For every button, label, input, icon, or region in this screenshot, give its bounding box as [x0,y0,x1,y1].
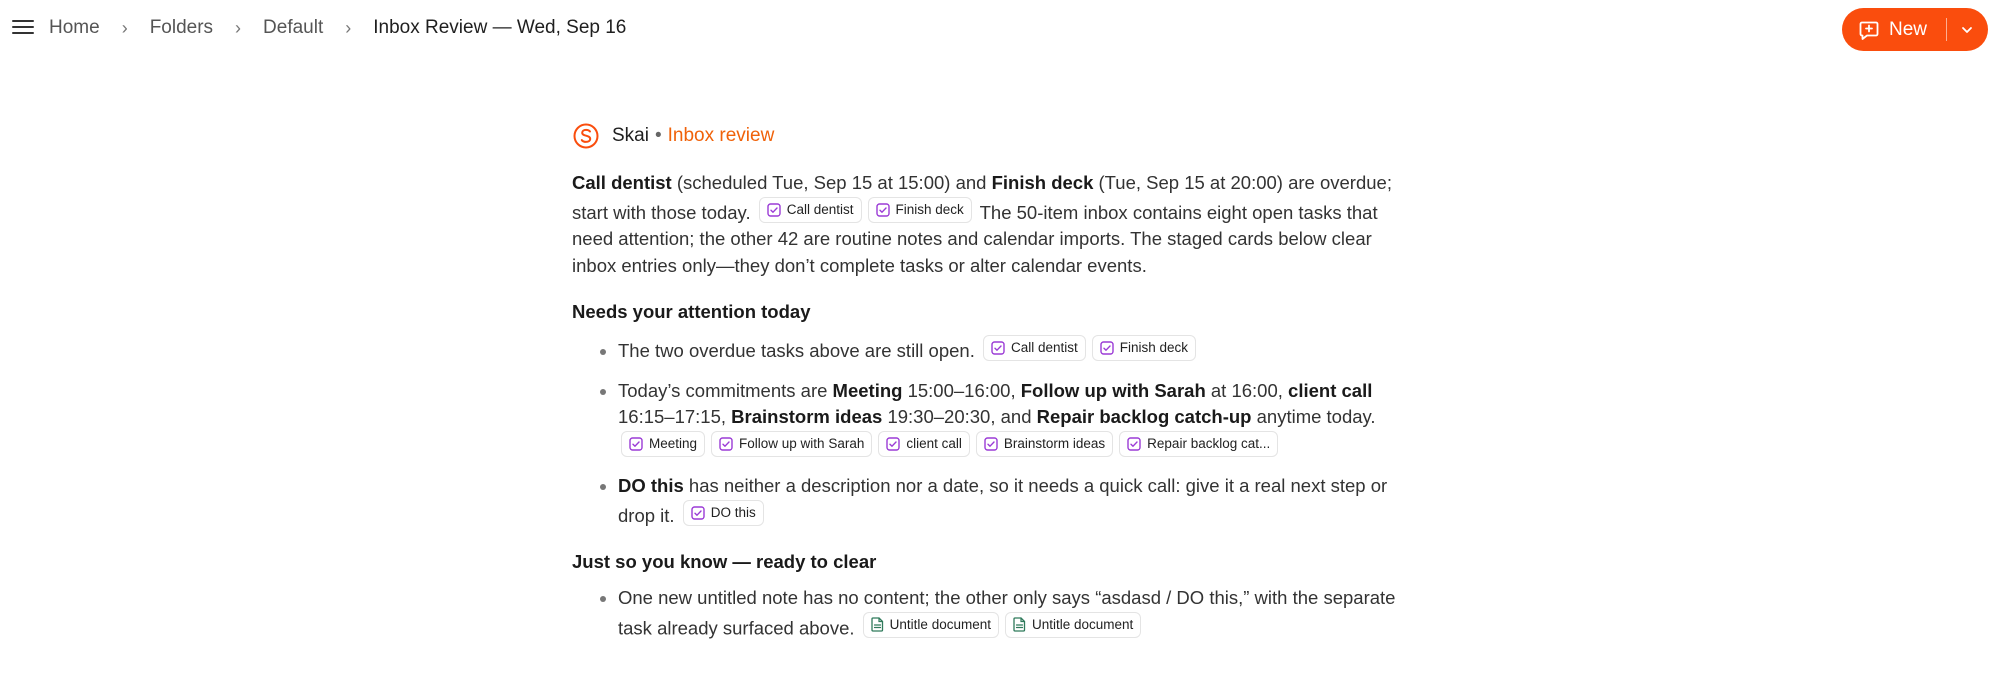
text: at 16:00, [1205,379,1289,401]
task-checkbox-icon [991,341,1005,355]
event-name: Follow up with Sarah [1020,379,1206,401]
skai-logo-icon [573,123,599,149]
event-name: client call [1288,379,1373,401]
breadcrumb-default[interactable]: Default [263,17,323,39]
chip-label: Brainstorm ideas [1003,435,1106,451]
breadcrumb-home[interactable]: Home [49,17,100,39]
author-name: Skai [612,125,649,146]
new-dropdown-toggle[interactable] [1947,8,1987,51]
author-line: Skai • Inbox review [572,120,1410,152]
text: Today’s commitments are [618,379,833,401]
task-chip[interactable]: Brainstorm ideas [975,430,1114,457]
task-checkbox-icon [691,505,705,520]
chip-label: Meeting [649,435,698,451]
new-note-icon [1859,21,1879,40]
document-icon [1013,617,1026,632]
chip-label: client call [906,435,962,451]
task-checkbox-icon [1127,436,1141,451]
task-chip[interactable]: DO this [682,499,764,526]
chip-label: Untitle document [889,616,991,632]
chip-label: Follow up with Sarah [739,435,865,451]
text: The two overdue tasks above are still op… [618,340,975,361]
list-item: Today’s commitments are Meeting 15:00–16… [618,378,1410,461]
text: 16:15–17:15, [618,406,732,427]
document-icon [871,617,883,632]
event-name: Brainstorm ideas [731,406,883,427]
list-item: DO this has neither a description nor a … [618,473,1410,529]
text: (scheduled Tue, Sep 15 at 15:00) and [671,172,992,193]
section-heading: Needs your attention today [572,301,811,322]
task-checkbox-icon [767,202,781,217]
event-name: Meeting [832,379,903,401]
chip-label: Repair backlog cat... [1147,435,1271,451]
attention-list: The two overdue tasks above are still op… [572,335,1410,529]
task-checkbox-icon [886,436,901,451]
chevron-down-icon [1962,26,1972,33]
breadcrumb-separator-icon: › [121,17,128,38]
task-chip[interactable]: Repair backlog cat... [1119,430,1279,457]
task-chip[interactable]: Follow up with Sarah [711,430,873,457]
task-name: Call dentist [572,172,672,193]
author-separator: • [654,125,662,146]
task-chip[interactable]: Call dentist [982,335,1086,361]
task-checkbox-icon [719,436,733,451]
task-checkbox-icon [875,202,890,217]
new-button-group: New [1842,8,1988,51]
chip-label: Untitle document [1031,616,1134,632]
task-chip[interactable]: Finish deck [867,196,972,223]
task-name: DO this [618,475,684,496]
task-chip[interactable]: Meeting [621,430,706,457]
hamburger-menu-icon[interactable] [12,16,34,40]
task-chip[interactable]: Call dentist [758,196,862,223]
breadcrumb-folders[interactable]: Folders [150,17,213,39]
breadcrumb: Home › Folders › Default › Inbox Review … [49,17,626,39]
text: anytime today. [1251,406,1376,427]
event-name: Repair backlog catch-up [1036,406,1252,427]
breadcrumb-separator-icon: › [235,17,242,38]
chip-label: Finish deck [895,201,964,217]
top-bar: Home › Folders › Default › Inbox Review … [0,0,2000,58]
document-chip[interactable]: Untitle document [862,611,999,638]
text: 15:00–16:00, [902,379,1021,401]
chip-label: Call dentist [1010,340,1078,355]
chip-label: Call dentist [786,201,854,217]
lead-paragraph: Call dentist (scheduled Tue, Sep 15 at 1… [572,170,1410,279]
inbox-review-content: Skai • Inbox review Call dentist (schedu… [572,120,1410,655]
ready-to-clear-list: One new untitled note has no content; th… [572,585,1410,642]
author-tag[interactable]: Inbox review [668,125,775,147]
breadcrumb-separator-icon: › [345,17,352,38]
list-item: The two overdue tasks above are still op… [618,335,1410,365]
task-name: Finish deck [991,172,1094,193]
task-chip[interactable]: Finish deck [1091,335,1197,361]
page-title: Inbox Review — Wed, Sep 16 [373,17,627,38]
section-heading: Just so you know — ready to clear [572,551,877,572]
chip-label: Finish deck [1119,340,1189,355]
task-checkbox-icon [1100,341,1114,355]
task-checkbox-icon [629,436,643,451]
text: 19:30–20:30, and [882,406,1037,427]
chip-label: DO this [710,504,756,520]
task-chip[interactable]: client call [878,430,970,457]
message-body: Call dentist (scheduled Tue, Sep 15 at 1… [572,170,1410,642]
new-button[interactable]: New [1842,8,1948,51]
task-checkbox-icon [984,436,998,451]
document-chip[interactable]: Untitle document [1004,611,1142,638]
new-button-label: New [1889,18,1928,40]
list-item: One new untitled note has no content; th… [618,585,1410,642]
